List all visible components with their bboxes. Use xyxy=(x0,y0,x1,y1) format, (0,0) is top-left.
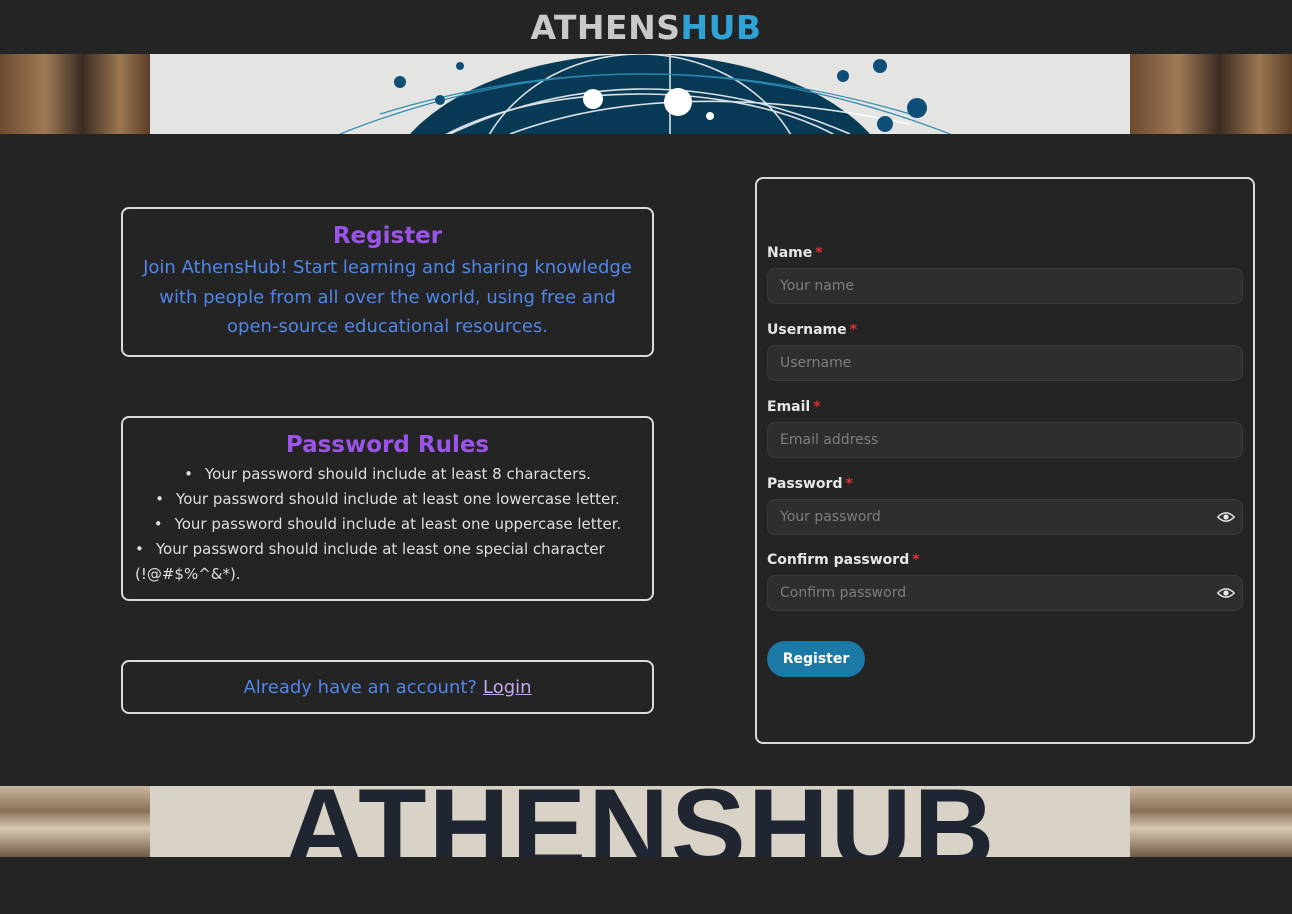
main-content: Register Join AthensHub! Start learning … xyxy=(0,134,1292,786)
brand-part-athens: ATHENS xyxy=(530,7,681,47)
register-form: Name* Username* Email* Password* xyxy=(755,177,1255,744)
hero-image-top xyxy=(0,54,1292,134)
confirm-password-input[interactable] xyxy=(767,575,1243,611)
register-title: Register xyxy=(332,223,443,249)
email-label: Email * xyxy=(767,399,821,415)
eye-icon[interactable] xyxy=(1217,509,1235,525)
username-label: Username * xyxy=(767,322,857,338)
hero-image-bottom: ATHENSHUB xyxy=(0,786,1292,857)
name-field-group: Name * xyxy=(767,245,1243,304)
login-prompt-card: Already have an account? Login xyxy=(121,660,654,714)
brand-part-hub: HUB xyxy=(680,7,762,47)
confirm-password-label: Confirm password * xyxy=(767,552,920,568)
password-label: Password * xyxy=(767,476,853,492)
password-rules-list: • Your password should include at least 8… xyxy=(133,462,642,587)
password-field-group: Password * xyxy=(767,476,1243,535)
login-question: Already have an account? xyxy=(243,676,477,698)
list-item: • Your password should include at least o… xyxy=(153,515,622,533)
name-label: Name * xyxy=(767,245,823,261)
watermark-text: ATHENSHUB xyxy=(283,786,997,857)
login-link[interactable]: Login xyxy=(483,677,532,698)
register-intro-card: Register Join AthensHub! Start learning … xyxy=(121,207,654,357)
username-field-group: Username * xyxy=(767,322,1243,381)
password-rules-title: Password Rules xyxy=(285,432,490,458)
top-bar: ATHENSHUB xyxy=(0,0,1292,54)
register-button[interactable]: Register xyxy=(767,641,865,677)
eye-icon[interactable] xyxy=(1217,585,1235,601)
email-field-group: Email * xyxy=(767,399,1243,458)
password-input[interactable] xyxy=(767,499,1243,535)
name-input[interactable] xyxy=(767,268,1243,304)
list-item: • Your password should include at least o… xyxy=(155,490,620,508)
register-description: Join AthensHub! Start learning and shari… xyxy=(143,257,632,337)
username-input[interactable] xyxy=(767,345,1243,381)
brand-logo[interactable]: ATHENSHUB xyxy=(530,8,761,47)
globe-illustration xyxy=(339,54,951,134)
password-rules-card: Password Rules • Your password should inc… xyxy=(121,416,654,601)
email-input[interactable] xyxy=(767,422,1243,458)
list-item: • Your password should include at least 8… xyxy=(184,465,591,483)
list-item: • Your password should include at least o… xyxy=(135,540,605,583)
confirm-password-field-group: Confirm password * xyxy=(767,552,1243,611)
